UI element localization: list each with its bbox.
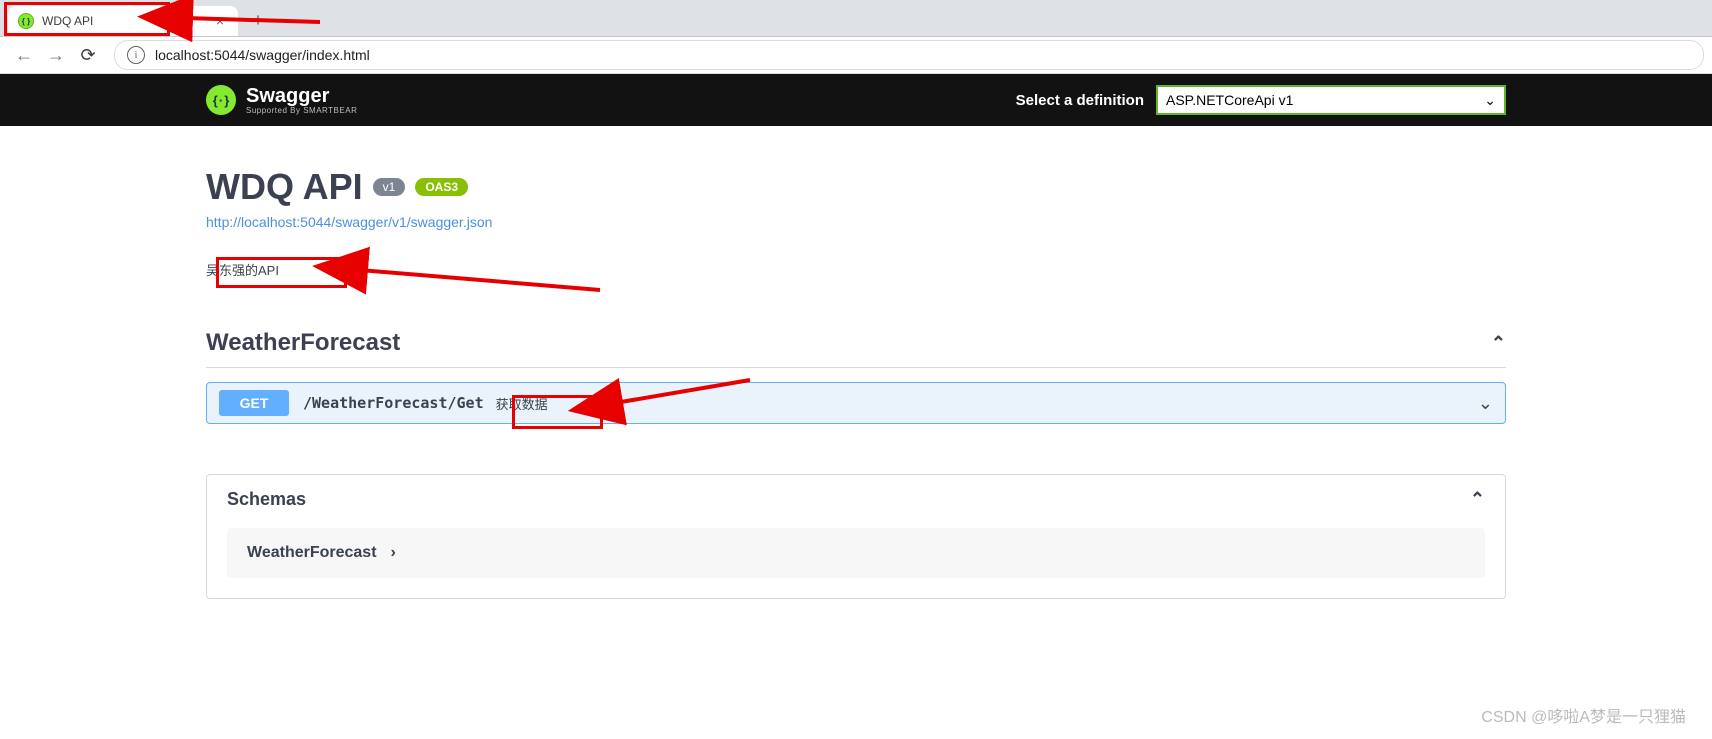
schema-item[interactable]: WeatherForecast › (227, 528, 1485, 578)
swagger-favicon-icon: { } (18, 13, 34, 29)
oas-badge: OAS3 (415, 178, 468, 196)
tag-section: WeatherForecast ⌃ GET /WeatherForecast/G… (206, 329, 1506, 424)
chevron-up-icon: ⌃ (1491, 333, 1506, 354)
schema-name: WeatherForecast (247, 544, 377, 562)
forward-button[interactable]: → (42, 41, 70, 69)
schemas-section: Schemas ⌃ WeatherForecast › (206, 474, 1506, 599)
chevron-down-icon: ⌄ (1478, 393, 1493, 414)
api-version-badge: v1 (373, 178, 406, 196)
site-info-icon[interactable]: i (127, 46, 145, 64)
reload-button[interactable]: ⟳ (74, 41, 102, 69)
browser-tabstrip: { } WDQ API × + (0, 0, 1712, 37)
swagger-json-link[interactable]: http://localhost:5044/swagger/v1/swagger… (206, 214, 492, 230)
url-text: localhost:5044/swagger/index.html (155, 47, 370, 63)
chevron-right-icon: › (391, 544, 396, 562)
browser-toolbar: ← → ⟳ i localhost:5044/swagger/index.htm… (0, 37, 1712, 74)
swagger-topbar: { · } Swagger Supported By SMARTBEAR Sel… (0, 74, 1712, 126)
tab-title: WDQ API (42, 14, 212, 28)
address-bar[interactable]: i localhost:5044/swagger/index.html (114, 40, 1704, 70)
schemas-header[interactable]: Schemas ⌃ (207, 475, 1505, 524)
tag-header[interactable]: WeatherForecast ⌃ (206, 329, 1506, 368)
definition-selected-value: ASP.NETCoreApi v1 (1166, 92, 1293, 108)
schemas-title: Schemas (227, 489, 1470, 510)
chevron-down-icon: ⌄ (1484, 92, 1496, 109)
back-button[interactable]: ← (10, 41, 38, 69)
definition-label: Select a definition (1016, 92, 1144, 109)
watermark: CSDN @哆啦A梦是一只狸猫 (1481, 703, 1686, 727)
api-title: WDQ API (206, 166, 363, 208)
close-tab-icon[interactable]: × (212, 13, 228, 29)
swagger-logo-sub: Supported By SMARTBEAR (246, 106, 357, 115)
api-description: 吴东强的API (206, 260, 1506, 279)
swagger-logo-icon: { · } (206, 85, 236, 115)
operation-summary: 获取数据 (496, 394, 548, 413)
chevron-up-icon: ⌃ (1470, 489, 1485, 510)
swagger-logo[interactable]: { · } Swagger Supported By SMARTBEAR (206, 85, 357, 115)
browser-tab[interactable]: { } WDQ API × (8, 6, 238, 36)
api-info-block: WDQ API v1 OAS3 http://localhost:5044/sw… (206, 166, 1506, 279)
definition-select[interactable]: ASP.NETCoreApi v1 ⌄ (1156, 85, 1506, 115)
new-tab-button[interactable]: + (244, 6, 272, 34)
swagger-logo-text: Swagger (246, 86, 357, 106)
operation-path: /WeatherForecast/Get (303, 394, 484, 412)
operation-block[interactable]: GET /WeatherForecast/Get 获取数据 ⌄ (206, 382, 1506, 424)
operation-method-badge: GET (219, 390, 289, 416)
swagger-main: WDQ API v1 OAS3 http://localhost:5044/sw… (206, 126, 1506, 599)
tag-name: WeatherForecast (206, 329, 1491, 357)
